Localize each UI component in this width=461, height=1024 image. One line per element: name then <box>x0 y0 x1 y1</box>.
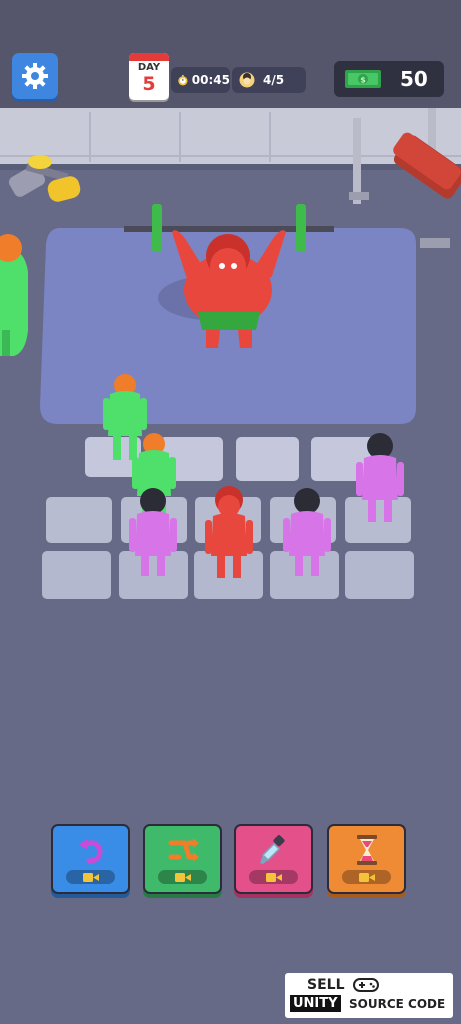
video-ad-badge <box>249 870 298 884</box>
svg-text:$: $ <box>360 76 366 85</box>
video-ad-badge <box>158 870 207 884</box>
swap-arrows-icon <box>168 838 199 862</box>
watermark-line1: SELL <box>307 977 345 993</box>
watermark-line2b: SOURCE CODE <box>349 997 446 1011</box>
shuffle-button[interactable] <box>143 824 222 894</box>
calendar-icon <box>129 53 169 61</box>
players-pill: 4/5 <box>232 67 306 93</box>
settings-button[interactable] <box>12 53 58 99</box>
watermark-line2a: UNITY <box>290 995 341 1012</box>
video-ad-icon <box>174 872 191 882</box>
money-value: 50 <box>400 67 428 91</box>
undo-button[interactable] <box>51 824 130 894</box>
timer-value: 00:45 <box>191 73 230 87</box>
eyedropper-icon <box>259 835 285 864</box>
time-freeze-button[interactable] <box>327 824 406 894</box>
watermark-logo: SELL UNITY SOURCE CODE <box>285 973 453 1018</box>
video-ad-badge <box>66 870 115 884</box>
dropper-button[interactable] <box>234 824 313 894</box>
player-face-icon <box>239 72 255 88</box>
gear-icon <box>22 63 48 89</box>
wall-shadow <box>0 164 461 170</box>
gym-back-wall <box>0 108 461 168</box>
video-ad-icon <box>265 872 282 882</box>
game-scene: DAY 5 00:45 4/5 $ 50 SELL UNITY SOURCE C… <box>0 0 461 1024</box>
video-ad-icon <box>358 872 375 882</box>
money-counter: $ 50 <box>334 61 444 97</box>
hourglass-icon <box>356 835 377 865</box>
players-count: 4/5 <box>263 73 285 87</box>
day-number: 5 <box>142 73 156 95</box>
undo-arrow-icon <box>78 838 103 864</box>
video-ad-badge <box>342 870 391 884</box>
stopwatch-icon <box>178 74 188 86</box>
timer-pill: 00:45 <box>171 67 230 93</box>
day-label: DAY <box>137 62 161 73</box>
gamepad-icon <box>353 978 379 992</box>
video-ad-icon <box>82 872 99 882</box>
cash-bill-icon: $ <box>345 70 381 88</box>
day-calendar: DAY 5 <box>129 53 169 100</box>
